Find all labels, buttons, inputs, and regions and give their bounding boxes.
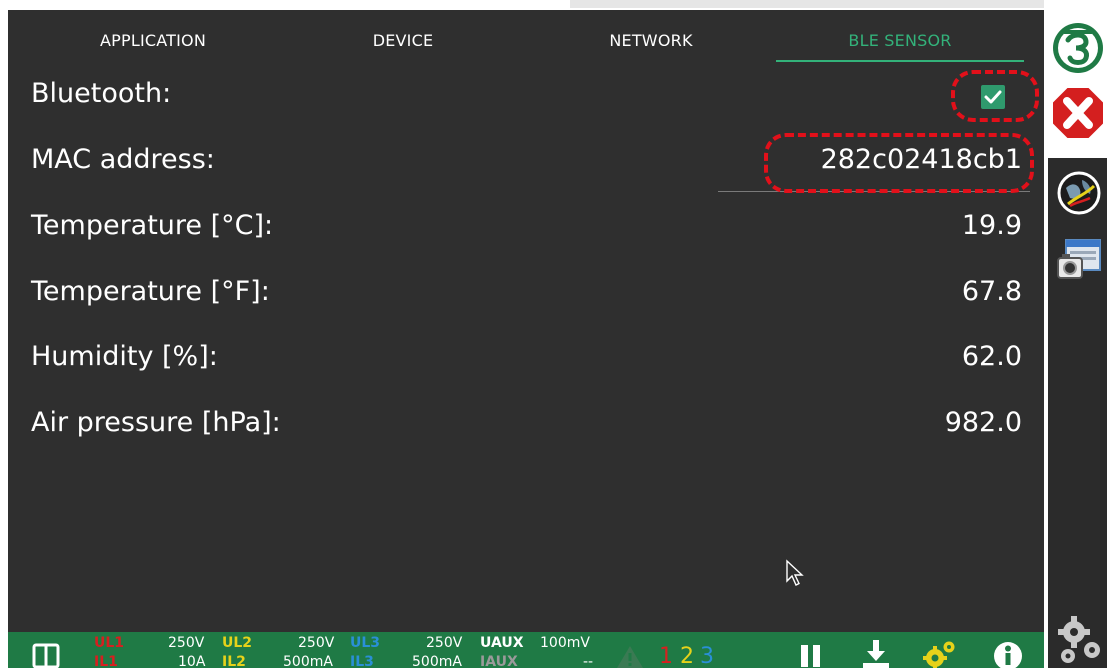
mac-address-highlight: [764, 133, 1034, 193]
settings-icon[interactable]: [922, 638, 958, 668]
temperature-f-label: Temperature [°F]:: [31, 276, 270, 307]
tab-network[interactable]: NETWORK: [576, 10, 726, 60]
phase-1-indicator: 1: [659, 644, 673, 668]
ul2-range: 250V: [298, 635, 335, 651]
screenshot-icon[interactable]: [1056, 238, 1104, 282]
humidity-value: 62.0: [961, 341, 1022, 372]
globe-icon[interactable]: [1056, 170, 1102, 216]
tab-ble-sensor[interactable]: BLE SENSOR: [776, 10, 1024, 62]
right-sidebar-tools: [1048, 158, 1107, 668]
warning-icon: [617, 646, 643, 668]
gears-icon[interactable]: [1054, 608, 1106, 666]
air-pressure-value: 982.0: [944, 407, 1022, 438]
iaux-label: IAUX: [480, 654, 518, 668]
temperature-f-value: 67.8: [961, 276, 1022, 307]
il2-range: 500mA: [283, 654, 333, 668]
pause-icon[interactable]: [798, 642, 824, 668]
bluetooth-label: Bluetooth:: [31, 78, 172, 109]
checkbox-highlight: [951, 70, 1039, 122]
download-icon[interactable]: [860, 638, 892, 668]
window-top-strip: [570, 0, 1107, 8]
logo-icon: [1053, 23, 1103, 73]
app-screen: APPLICATION DEVICE NETWORK BLE SENSOR Bl…: [8, 10, 1044, 668]
phase-2-indicator: 2: [680, 644, 694, 668]
il1-label: IL1: [94, 654, 118, 668]
il3-range: 500mA: [412, 654, 462, 668]
status-bar: UL1 250V IL1 10A UL2 250V IL2 500mA UL3 …: [8, 632, 1044, 668]
ul3-range: 250V: [426, 635, 463, 651]
il1-range: 10A: [178, 654, 206, 668]
mac-address-label: MAC address:: [31, 144, 215, 175]
uaux-label: UAUX: [480, 635, 524, 651]
split-view-icon[interactable]: [32, 642, 60, 668]
humidity-label: Humidity [%]:: [31, 341, 218, 372]
uaux-range: 100mV: [540, 635, 590, 651]
tab-device[interactable]: DEVICE: [328, 10, 478, 60]
temperature-c-label: Temperature [°C]:: [31, 210, 274, 241]
ul1-label: UL1: [94, 635, 125, 651]
phase-3-indicator: 3: [700, 644, 714, 668]
ul1-range: 250V: [168, 635, 205, 651]
ul2-label: UL2: [222, 635, 253, 651]
il2-label: IL2: [222, 654, 246, 668]
ul3-label: UL3: [350, 635, 381, 651]
tab-bar: APPLICATION DEVICE NETWORK BLE SENSOR: [8, 10, 1044, 62]
tab-application[interactable]: APPLICATION: [78, 10, 228, 60]
info-icon[interactable]: [992, 640, 1024, 668]
mouse-cursor-icon: [786, 559, 804, 586]
close-icon[interactable]: [1050, 84, 1106, 142]
air-pressure-label: Air pressure [hPa]:: [31, 407, 281, 438]
temperature-c-value: 19.9: [961, 210, 1022, 241]
iaux-range: --: [583, 654, 594, 668]
il3-label: IL3: [350, 654, 374, 668]
